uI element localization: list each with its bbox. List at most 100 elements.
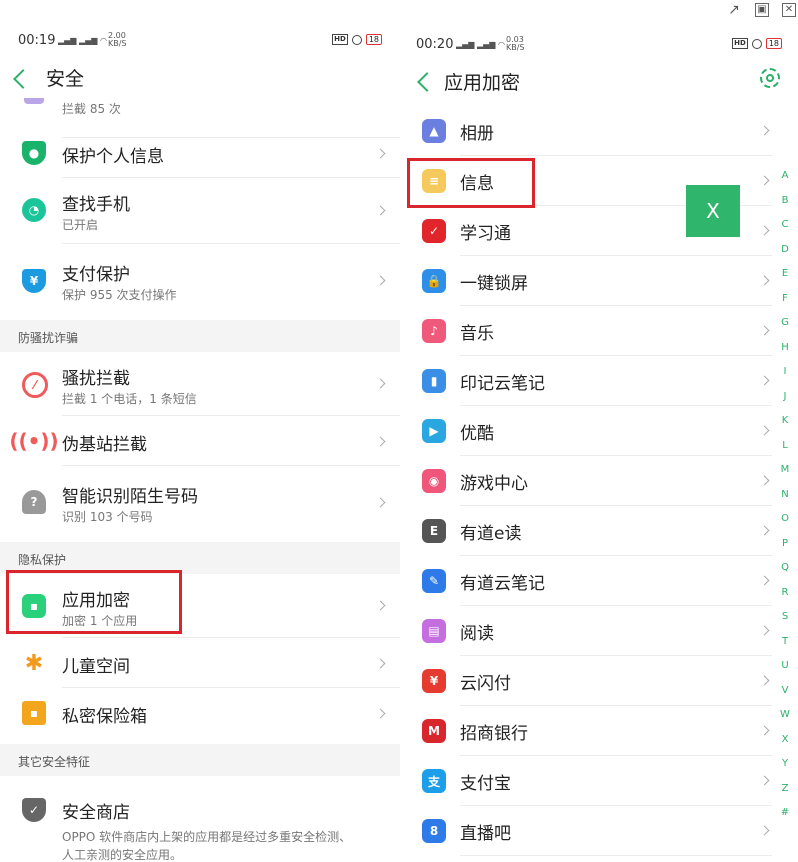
alphabet-letter[interactable]: A [778, 164, 792, 189]
row-harassment-block[interactable]: ⁄ 骚扰拦截 拦截 1 个电话，1 条短信 [0, 352, 400, 416]
chevron-right-icon [759, 275, 770, 286]
alphabet-letter[interactable]: Q [778, 556, 792, 581]
chevron-right-icon [375, 148, 386, 159]
alphabet-letter[interactable]: Z [778, 777, 792, 802]
close-icon[interactable]: ✕ [782, 3, 796, 17]
chevron-right-icon [759, 325, 770, 336]
row-fake-station[interactable]: ((•)) 伪基站拦截 [0, 416, 400, 466]
unknown-person-icon: ? [22, 490, 46, 514]
alphabet-letter[interactable]: C [778, 213, 792, 238]
overlay-x-button[interactable]: X [686, 185, 740, 237]
back-icon[interactable] [417, 72, 437, 92]
chevron-right-icon [759, 125, 770, 136]
alphabet-letter[interactable]: # [778, 801, 792, 826]
app-name: 招商银行 [460, 724, 528, 744]
alphabet-letter[interactable]: X [778, 728, 792, 753]
back-icon[interactable] [13, 69, 33, 89]
app-row[interactable]: 🔒 一键锁屏 [400, 256, 798, 306]
signal-icon: ▂▄▆ ▂▄▆ ◠ [456, 40, 505, 49]
find-phone-icon: ◔ [22, 198, 46, 222]
row-sub: 已开启 [62, 218, 99, 232]
app-row[interactable]: ▤ 阅读 [400, 606, 798, 656]
app-row[interactable]: ✎ 有道云笔记 [400, 556, 798, 606]
app-name: 支付宝 [460, 774, 511, 794]
alphabet-letter[interactable]: S [778, 605, 792, 630]
app-name: 有道e读 [460, 524, 522, 544]
tower-icon: ((•)) [9, 429, 59, 453]
app-encryption-screen: 00:20 ▂▄▆ ▂▄▆ ◠ 0.03 KB/S HD 18 应用加密 ▲ 相册… [400, 24, 798, 862]
alphabet-letter[interactable]: E [778, 262, 792, 287]
app-row[interactable]: ▲ 相册 [400, 106, 798, 156]
status-time: 00:20 [416, 37, 454, 52]
row-find-phone[interactable]: ◔ 查找手机 已开启 [0, 178, 400, 244]
app-name: 相册 [460, 124, 494, 144]
app-row[interactable]: 8 直播吧 [400, 806, 798, 856]
app-row[interactable]: ♪ 音乐 [400, 306, 798, 356]
alphabet-letter[interactable]: L [778, 434, 792, 459]
safe-folder-icon: ▪ [22, 701, 46, 725]
app-row[interactable]: 支支付宝 [400, 756, 798, 806]
chevron-right-icon [759, 425, 770, 436]
chevron-right-icon [759, 825, 770, 836]
gallery-icon: ▲ [422, 119, 446, 143]
alphabet-letter[interactable]: H [778, 336, 792, 361]
alphabet-letter[interactable]: F [778, 287, 792, 312]
row-title: 安全商店 [62, 803, 130, 823]
alphabet-letter[interactable]: I [778, 360, 792, 385]
nav-bar: 应用加密 [400, 58, 798, 98]
alphabet-letter[interactable]: N [778, 483, 792, 508]
row-unknown-number[interactable]: ? 智能识别陌生号码 识别 103 个号码 [0, 466, 400, 542]
alphabet-letter[interactable]: O [778, 507, 792, 532]
row-personal-info[interactable]: ● 保护个人信息 [0, 128, 400, 178]
row-payment-protection[interactable]: ¥ 支付保护 保护 955 次支付操作 [0, 244, 400, 320]
row-kids-space[interactable]: ✱ 儿童空间 [0, 638, 400, 688]
chevron-right-icon [759, 525, 770, 536]
chevron-right-icon [759, 375, 770, 386]
app-row[interactable]: ◉ 游戏中心 [400, 456, 798, 506]
app-row[interactable]: ▶ 优酷 [400, 406, 798, 456]
alphabet-letter[interactable]: V [778, 679, 792, 704]
alphabet-letter[interactable]: D [778, 238, 792, 263]
alphabet-letter[interactable]: J [778, 385, 792, 410]
window-controls: ↗ ▣ ✕ [0, 0, 798, 24]
alphabet-letter[interactable]: G [778, 311, 792, 336]
game-icon: ◉ [422, 469, 446, 493]
alphabet-letter[interactable]: P [778, 532, 792, 557]
alphabet-letter[interactable]: M [778, 458, 792, 483]
alphabet-letter[interactable]: K [778, 409, 792, 434]
maximize-icon[interactable]: ▣ [755, 3, 769, 17]
youdao-note-icon: ✎ [422, 569, 446, 593]
nav-bar: 安全 [0, 58, 400, 98]
gear-icon[interactable] [760, 68, 780, 88]
chevron-right-icon [759, 225, 770, 236]
app-name: 有道云笔记 [460, 574, 545, 594]
security-settings-screen: 00:19 ▂▄▆ ▂▄▆ ◠ 2.00 KB/S HD 18 安全 拦截 85… [0, 24, 400, 862]
app-row[interactable]: M 招商银行 [400, 706, 798, 756]
app-row[interactable]: E 有道e读 [400, 506, 798, 556]
alphabet-letter[interactable]: U [778, 654, 792, 679]
app-row[interactable]: ▮ 印记云笔记 [400, 356, 798, 406]
row-security-store[interactable]: ✓ 安全商店 OPPO 软件商店内上架的应用都是经过多重安全检测、 人工亲测的安… [0, 776, 400, 862]
row-title: 支付保护 [62, 265, 130, 285]
alphabet-letter[interactable]: Y [778, 752, 792, 777]
alphabet-letter[interactable]: W [778, 703, 792, 728]
status-bar: 00:19 ▂▄▆ ▂▄▆ ◠ 2.00 KB/S HD 18 [0, 24, 400, 58]
lockscreen-icon: 🔒 [422, 269, 446, 293]
row-title: 智能识别陌生号码 [62, 487, 198, 507]
section-header: 防骚扰诈骗 [0, 320, 400, 352]
alphabet-letter[interactable]: R [778, 581, 792, 606]
alphabet-letter[interactable]: B [778, 189, 792, 214]
popout-icon[interactable]: ↗ [727, 3, 741, 17]
chevron-right-icon [759, 175, 770, 186]
row-private-safe[interactable]: ▪ 私密保险箱 [0, 688, 400, 738]
alphabet-index[interactable]: A B C D E F G H I J K L M N O P Q R S T U V W X Y Z # [778, 164, 792, 826]
app-name: 印记云笔记 [460, 374, 545, 394]
chevron-right-icon [375, 497, 386, 508]
hd-icon: HD [332, 34, 348, 45]
alphabet-letter[interactable]: T [778, 630, 792, 655]
app-row[interactable]: ¥ 云闪付 [400, 656, 798, 706]
partial-sub: 拦截 85 次 [62, 102, 121, 116]
yinji-icon: ▮ [422, 369, 446, 393]
highlight-box [407, 158, 535, 208]
chevron-right-icon [759, 675, 770, 686]
